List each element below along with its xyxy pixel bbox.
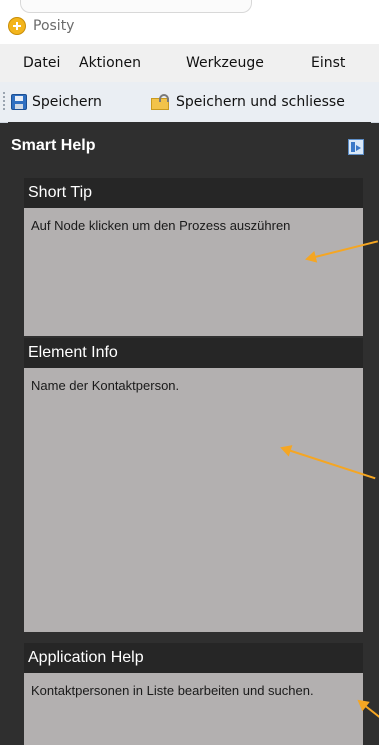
app-title: Posity [33,18,75,34]
toolbar: Speichern Speichern und schliesse [0,82,379,123]
element-info-header: Element Info [24,338,363,368]
posity-plus-icon [8,17,26,35]
save-and-close-button[interactable]: Speichern und schliesse [151,91,345,113]
smart-help-title: Smart Help [11,137,96,154]
menu-bar: Datei Aktionen Werkzeuge Einst [0,44,379,82]
toolbar-grip[interactable] [3,92,5,112]
application-help-text: Kontaktpersonen in Liste bearbeiten und … [31,683,314,698]
smart-help-panel: Smart Help Short Tip Auf Node klicken um… [8,122,371,745]
save-and-close-label: Speichern und schliesse [176,94,345,110]
menu-aktionen[interactable]: Aktionen [79,55,141,71]
application-help-section: Application Help Kontaktpersonen in List… [24,643,363,745]
folder-lock-icon [151,94,171,110]
menu-einstellungen[interactable]: Einst [311,55,345,71]
short-tip-header: Short Tip [24,178,363,208]
menu-werkzeuge[interactable]: Werkzeuge [186,55,264,71]
save-button[interactable]: Speichern [11,91,102,113]
title-bar: Posity [0,0,379,44]
dock-icon[interactable] [348,139,364,155]
floppy-disk-icon [11,94,27,110]
application-help-header: Application Help [24,643,363,673]
menu-datei[interactable]: Datei [23,55,60,71]
element-info-text: Name der Kontaktperson. [31,378,180,393]
title-tab-frame [20,0,252,13]
element-info-section: Element Info Name der Kontaktperson. [24,338,363,632]
short-tip-text: Auf Node klicken um den Prozess auszühre… [31,218,291,233]
save-button-label: Speichern [32,94,102,110]
